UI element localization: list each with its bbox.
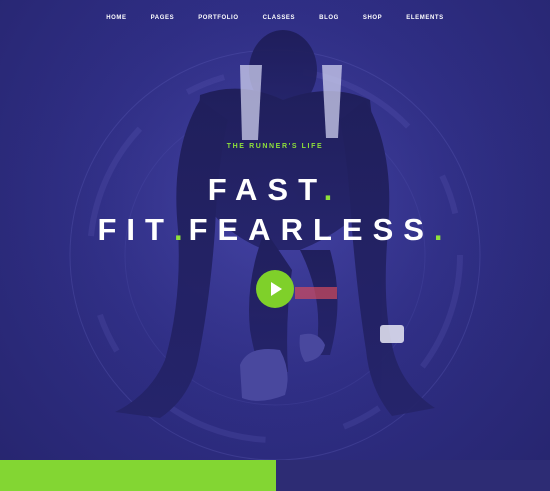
headline-word-fit: FIT — [97, 212, 174, 247]
nav-item-blog[interactable]: BLOG — [319, 15, 339, 21]
bottom-bar-green-block — [0, 460, 276, 491]
headline-dot: . — [433, 212, 453, 247]
headline-dot: . — [173, 212, 189, 247]
nav-item-portfolio[interactable]: PORTFOLIO — [198, 15, 238, 21]
hero-headline-line2: FIT.FEARLESS. — [0, 214, 550, 245]
hero-headline-line1: FAST. — [0, 174, 550, 205]
headline-word-fearless: FEARLESS — [188, 212, 434, 247]
nav-item-classes[interactable]: CLASSES — [263, 15, 296, 21]
bottom-bar — [0, 460, 550, 491]
headline-word-fast: FAST — [207, 172, 324, 207]
hero-page: HOME PAGES PORTFOLIO CLASSES BLOG SHOP E… — [0, 0, 550, 491]
nav-item-shop[interactable]: SHOP — [363, 15, 382, 21]
play-icon — [271, 282, 282, 296]
nav-item-pages[interactable]: PAGES — [151, 15, 175, 21]
hero-tagline: THE RUNNER'S LIFE — [226, 143, 324, 150]
nav-item-home[interactable]: HOME — [106, 15, 126, 21]
play-video-button[interactable] — [256, 270, 294, 308]
headline-dot: . — [323, 172, 343, 207]
bottom-bar-navy-block — [276, 460, 550, 491]
top-navigation: HOME PAGES PORTFOLIO CLASSES BLOG SHOP E… — [0, 15, 550, 21]
nav-item-elements[interactable]: ELEMENTS — [406, 15, 443, 21]
